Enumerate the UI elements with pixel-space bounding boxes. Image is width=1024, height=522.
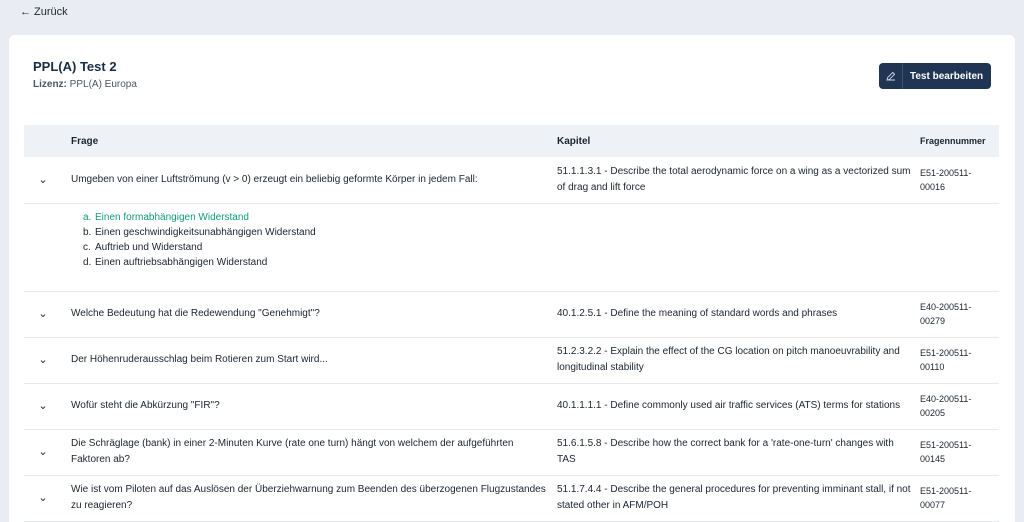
question-text: Wie ist vom Piloten auf das Auslösen der…	[66, 475, 553, 522]
chevron-down-icon[interactable]: ⌄	[24, 291, 66, 338]
question-text: Wofür steht die Abkürzung "FIR"?	[66, 383, 553, 430]
chevron-down-icon[interactable]: ⌄	[24, 383, 66, 430]
chapter-text: 51.1.1.3.1 - Describe the total aerodyna…	[553, 157, 916, 204]
test-card: PPL(A) Test 2 Lizenz: PPL(A) Europa Test…	[9, 35, 1015, 522]
question-number: E51-200511-00145	[916, 429, 999, 476]
answers-row: a. Einen formabhängigen Widerstand b. Eine…	[24, 203, 999, 292]
chevron-down-icon[interactable]: ⌄	[24, 157, 66, 204]
answers-list: a. Einen formabhängigen Widerstand b. Eine…	[28, 204, 995, 284]
answer-item: c. Auftrieb und Widerstand	[83, 241, 203, 253]
question-number: E40-200511-00279	[916, 291, 999, 338]
license-label: Lizenz:	[33, 79, 67, 90]
table-row[interactable]: ⌄ Wofür steht die Abkürzung "FIR"? 40.1.…	[24, 383, 999, 430]
chapter-text: 51.6.1.5.8 - Describe how the correct ba…	[553, 429, 916, 476]
header-chapter: Kapitel	[553, 125, 916, 157]
answer-item: d. Einen auftriebsabhängigen Widerstand	[83, 256, 268, 268]
chapter-text: 40.1.1.1.1 - Define commonly used air tr…	[553, 383, 916, 430]
table-row[interactable]: ⌄ Der Höhenruderausschlag beim Rotieren …	[24, 337, 999, 384]
table-header: Frage Kapitel Fragennummer	[24, 125, 999, 157]
question-number: E51-200511-00110	[916, 337, 999, 384]
page-title: PPL(A) Test 2	[33, 59, 117, 74]
header-expand	[24, 125, 66, 157]
answers-cell: a. Einen formabhängigen Widerstand b. Eine…	[24, 203, 999, 292]
chevron-down-icon[interactable]: ⌄	[24, 475, 66, 522]
edit-test-label: Test bearbeiten	[910, 70, 984, 82]
header-question: Frage	[66, 125, 553, 157]
questions-table: Frage Kapitel Fragennummer ⌄ Umgeben von…	[24, 125, 999, 522]
question-text: Umgeben von einer Luftströmung (v > 0) e…	[66, 157, 553, 204]
question-text: Die Schräglage (bank) in einer 2-Minuten…	[66, 429, 553, 476]
pencil-icon	[879, 63, 903, 89]
table-row[interactable]: ⌄ Welche Bedeutung hat die Redewendung "…	[24, 291, 999, 338]
back-link[interactable]: ← Zurück	[20, 6, 68, 18]
arrow-left-icon: ←	[20, 6, 31, 18]
chapter-text: 40.1.2.5.1 - Define the meaning of stand…	[553, 291, 916, 338]
question-number: E40-200511-00205	[916, 383, 999, 430]
edit-test-button[interactable]: Test bearbeiten	[879, 63, 991, 89]
question-number: E51-200511-00077	[916, 475, 999, 522]
table-row[interactable]: ⌄ Wie ist vom Piloten auf das Auslösen d…	[24, 475, 999, 522]
question-text: Der Höhenruderausschlag beim Rotieren zu…	[66, 337, 553, 384]
header-number: Fragennummer	[916, 125, 999, 157]
license-value: PPL(A) Europa	[69, 79, 137, 90]
table-row[interactable]: ⌄ Umgeben von einer Luftströmung (v > 0)…	[24, 157, 999, 204]
question-text: Welche Bedeutung hat die Redewendung "Ge…	[66, 291, 553, 338]
license-info: Lizenz: PPL(A) Europa	[33, 79, 137, 90]
back-label: Zurück	[34, 6, 68, 18]
table-row[interactable]: ⌄ Die Schräglage (bank) in einer 2-Minut…	[24, 429, 999, 476]
chevron-down-icon[interactable]: ⌄	[24, 337, 66, 384]
chapter-text: 51.1.7.4.4 - Describe the general proced…	[553, 475, 916, 522]
chapter-text: 51.2.3.2.2 - Explain the effect of the C…	[553, 337, 916, 384]
answer-item: a. Einen formabhängigen Widerstand	[83, 211, 249, 223]
question-number: E51-200511-00016	[916, 157, 999, 204]
chevron-down-icon[interactable]: ⌄	[24, 429, 66, 476]
answer-item: b. Einen geschwindigkeitsunabhängigen Wid…	[83, 226, 316, 238]
